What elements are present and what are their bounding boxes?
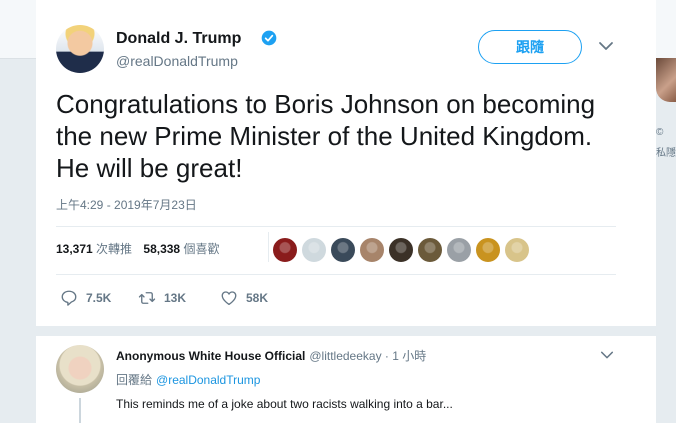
reply-header: Anonymous White House Official @littledee… (116, 347, 426, 364)
liker-avatar[interactable] (475, 237, 501, 263)
background-header-right (656, 0, 676, 59)
tweet-stats: 13,371 次轉推 58,338 個喜歡 (56, 240, 227, 257)
reply-author-handle[interactable]: @littledeekay (309, 349, 381, 363)
liker-avatar[interactable] (446, 237, 472, 263)
background-left (0, 59, 36, 423)
author-name[interactable]: Donald J. Trump (116, 30, 241, 48)
liker-avatar[interactable] (388, 237, 414, 263)
replying-to-link[interactable]: @realDonaldTrump (156, 373, 260, 387)
divider-bottom (56, 274, 616, 275)
section-separator (36, 326, 656, 336)
liker-avatar[interactable] (272, 237, 298, 263)
liker-avatar[interactable] (359, 237, 385, 263)
chevron-down-icon[interactable] (598, 41, 614, 51)
heart-icon (221, 291, 237, 306)
retweet-stat-count: 13,371 (56, 242, 93, 256)
like-stat-count: 58,338 (143, 242, 181, 256)
like-count: 58K (246, 291, 269, 305)
author-handle[interactable]: @realDonaldTrump (116, 53, 238, 69)
tweet-modal: Donald J. Trump @realDonaldTrump 跟隨 Cong… (36, 0, 656, 423)
retweet-icon (138, 292, 156, 304)
liker-avatar[interactable] (504, 237, 530, 263)
background-right (656, 59, 676, 423)
like-stat-label: 個喜歡 (183, 242, 220, 256)
liker-avatar[interactable] (301, 237, 327, 263)
reply-count: 7.5K (86, 291, 112, 305)
replying-to: 回覆給 @realDonaldTrump (116, 371, 260, 388)
verified-badge-icon (261, 30, 277, 46)
tweet-timestamp[interactable]: 上午4:29 - 2019年7月23日 (56, 196, 197, 213)
reply-author-avatar[interactable] (56, 345, 104, 393)
author-avatar[interactable] (56, 25, 104, 73)
background-footer-copyright: © (656, 127, 664, 138)
reply-icon (61, 290, 77, 306)
reply-chevron-down-icon[interactable] (600, 350, 614, 360)
divider-top (56, 226, 616, 227)
background-avatar (656, 58, 676, 102)
like-stat[interactable]: 58,338 個喜歡 (143, 242, 219, 256)
reply-text: This reminds me of a joke about two raci… (116, 397, 453, 411)
reply-author-name[interactable]: Anonymous White House Official (116, 349, 305, 363)
follow-button[interactable]: 跟隨 (478, 30, 582, 64)
tweet-text: Congratulations to Boris Johnson on beco… (56, 89, 596, 183)
replying-to-label: 回覆給 (116, 373, 153, 387)
retweet-stat-label: 次轉推 (96, 242, 133, 256)
retweet-stat[interactable]: 13,371 次轉推 (56, 242, 132, 256)
liker-avatar[interactable] (417, 237, 443, 263)
background-header-left (0, 0, 36, 59)
thread-line (79, 398, 81, 423)
liker-avatar[interactable] (330, 237, 356, 263)
background-footer-privacy: 私隱 (656, 148, 676, 159)
reply-time[interactable]: · 1 小時 (385, 349, 426, 363)
retweet-count: 13K (164, 291, 187, 305)
stats-separator (268, 232, 269, 262)
